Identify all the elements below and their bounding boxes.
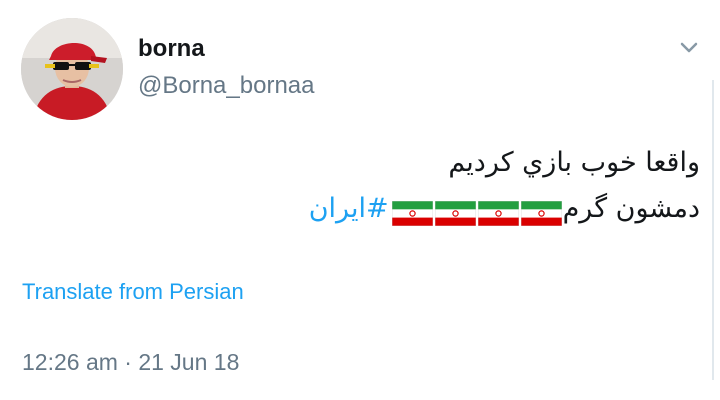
profile-photo-icon [21,18,123,120]
tweet-text-prefix: دمشون گرم [562,193,700,224]
flag-iran-icon [520,195,562,226]
flags-group [390,187,562,233]
translate-link[interactable]: Translate from Persian [22,279,244,305]
flag-iran-icon [477,195,519,226]
flag-iran-icon [434,195,476,226]
display-name[interactable]: borna [138,35,205,63]
tweet-text: واقعا خوب بازي كرديم دمشون گرم #ايران [140,140,700,233]
timestamp[interactable]: 12:26 am · 21 Jun 18 [22,349,239,376]
tweet-text-line-1: واقعا خوب بازي كرديم [448,147,700,178]
tweet-card: borna @Borna_bornaa واقعا خوب بازي كرديم… [0,0,720,400]
user-handle[interactable]: @Borna_bornaa [138,72,314,100]
scrollbar[interactable] [712,80,714,380]
tweet-text-line-2: دمشون گرم #ايران [140,186,700,233]
chevron-down-icon[interactable] [676,34,702,60]
avatar[interactable] [21,18,123,120]
hashtag-link[interactable]: #ايران [309,193,389,224]
flag-iran-icon [391,195,433,226]
